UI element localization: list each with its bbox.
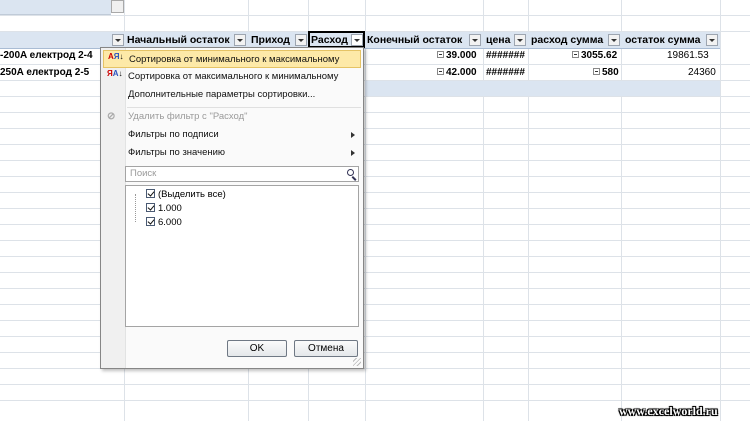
closing-value: 39.000 [446,50,477,61]
checkbox-checked-icon [146,203,155,212]
resize-grip-icon[interactable] [353,358,361,366]
expense-sum-cell[interactable]: 3055.62 [572,48,617,64]
select-all-label: (Выделить все) [158,189,226,200]
report-filter-cell [0,0,111,15]
report-filter-dropdown[interactable] [111,0,124,13]
submenu-arrow-icon [351,150,355,156]
select-all-checkbox[interactable]: (Выделить все) [146,188,226,201]
collapse-icon[interactable] [437,51,444,58]
active-cell-outline [308,31,365,48]
checkbox-checked-icon [146,217,155,226]
value-filters-label: Фильтры по значению [128,147,226,158]
income-filter-button[interactable] [295,34,307,46]
sort-desc-icon: ЯА↓ [107,69,123,78]
clear-filter-menu-item: ⊘ Удалить фильтр с "Расход" [103,108,361,126]
ok-button[interactable]: OK [227,340,287,357]
value-checkbox[interactable]: 1.000 [146,202,182,215]
clear-filter-label: Удалить фильтр с "Расход" [128,111,248,122]
header-income[interactable]: Приход [251,32,290,48]
expense-sum-value: 580 [602,67,619,78]
grid-line [0,15,750,16]
balance-sum-filter-button[interactable] [706,34,718,46]
grand-total-row [365,81,720,96]
balance-sum-cell[interactable]: 19861.53 [667,48,709,64]
grid-line [0,400,750,401]
search-input[interactable]: Поиск [125,166,359,182]
clear-filter-icon: ⊘ [107,111,116,122]
closing-cell[interactable]: 39.000 [437,48,477,64]
header-price[interactable]: цена [486,32,510,48]
value-checkbox[interactable]: 6.000 [146,216,182,229]
more-sort-options-label: Дополнительные параметры сортировки... [128,89,316,100]
closing-filter-button[interactable] [469,34,481,46]
row-label[interactable]: 250A електрод 2-5 [0,65,89,81]
value-filters-menu-item[interactable]: Фильтры по значению [103,144,361,162]
checkbox-checked-icon [146,189,155,198]
tree-connector [135,194,137,222]
value-label: 6.000 [158,217,182,228]
label-filters-label: Фильтры по подписи [128,129,219,140]
header-opening[interactable]: Начальный остаток [127,32,230,48]
collapse-icon[interactable] [572,51,579,58]
header-balance-sum[interactable]: остаток сумма [625,32,700,48]
closing-value: 42.000 [446,67,477,78]
filter-values-list: (Выделить все) 1.000 6.000 [125,185,359,327]
label-filters-menu-item[interactable]: Фильтры по подписи [103,126,361,144]
collapse-icon[interactable] [437,68,444,75]
opening-filter-button[interactable] [234,34,246,46]
closing-cell[interactable]: 42.000 [437,65,477,81]
value-label: 1.000 [158,203,182,214]
cancel-button[interactable]: Отмена [294,340,358,357]
sort-asc-icon: АЯ↓ [108,52,124,61]
grid-line [0,384,750,385]
sort-desc-label: Сортировка от максимального к минимально… [128,71,339,82]
search-icon [347,169,354,176]
price-filter-button[interactable] [514,34,526,46]
expense-sum-value: 3055.62 [581,50,618,61]
header-closing[interactable]: Конечный остаток [367,32,462,48]
row-labels-filter-button[interactable] [112,34,124,46]
price-cell[interactable]: ####### [486,65,525,81]
header-expense-sum[interactable]: расход сумма [531,32,603,48]
sort-asc-menu-item[interactable]: АЯ↓ Сортировка от минимального к максима… [103,50,361,68]
filter-sort-menu: АЯ↓ Сортировка от минимального к максима… [100,47,364,369]
sort-desc-menu-item[interactable]: ЯА↓ Сортировка от максимального к минима… [103,68,361,86]
watermark: www.excelworld.ru [619,404,718,418]
expense-sum-filter-button[interactable] [608,34,620,46]
row-label[interactable]: -200A електрод 2-4 [0,48,93,64]
search-placeholder: Поиск [130,168,157,179]
sort-asc-label: Сортировка от минимального к максимально… [129,54,340,65]
balance-sum-cell[interactable]: 24360 [688,65,716,81]
price-cell[interactable]: ####### [486,48,525,64]
expense-sum-cell[interactable]: 580 [593,65,619,81]
submenu-arrow-icon [351,132,355,138]
more-sort-options-menu-item[interactable]: Дополнительные параметры сортировки... [103,86,361,104]
collapse-icon[interactable] [593,68,600,75]
